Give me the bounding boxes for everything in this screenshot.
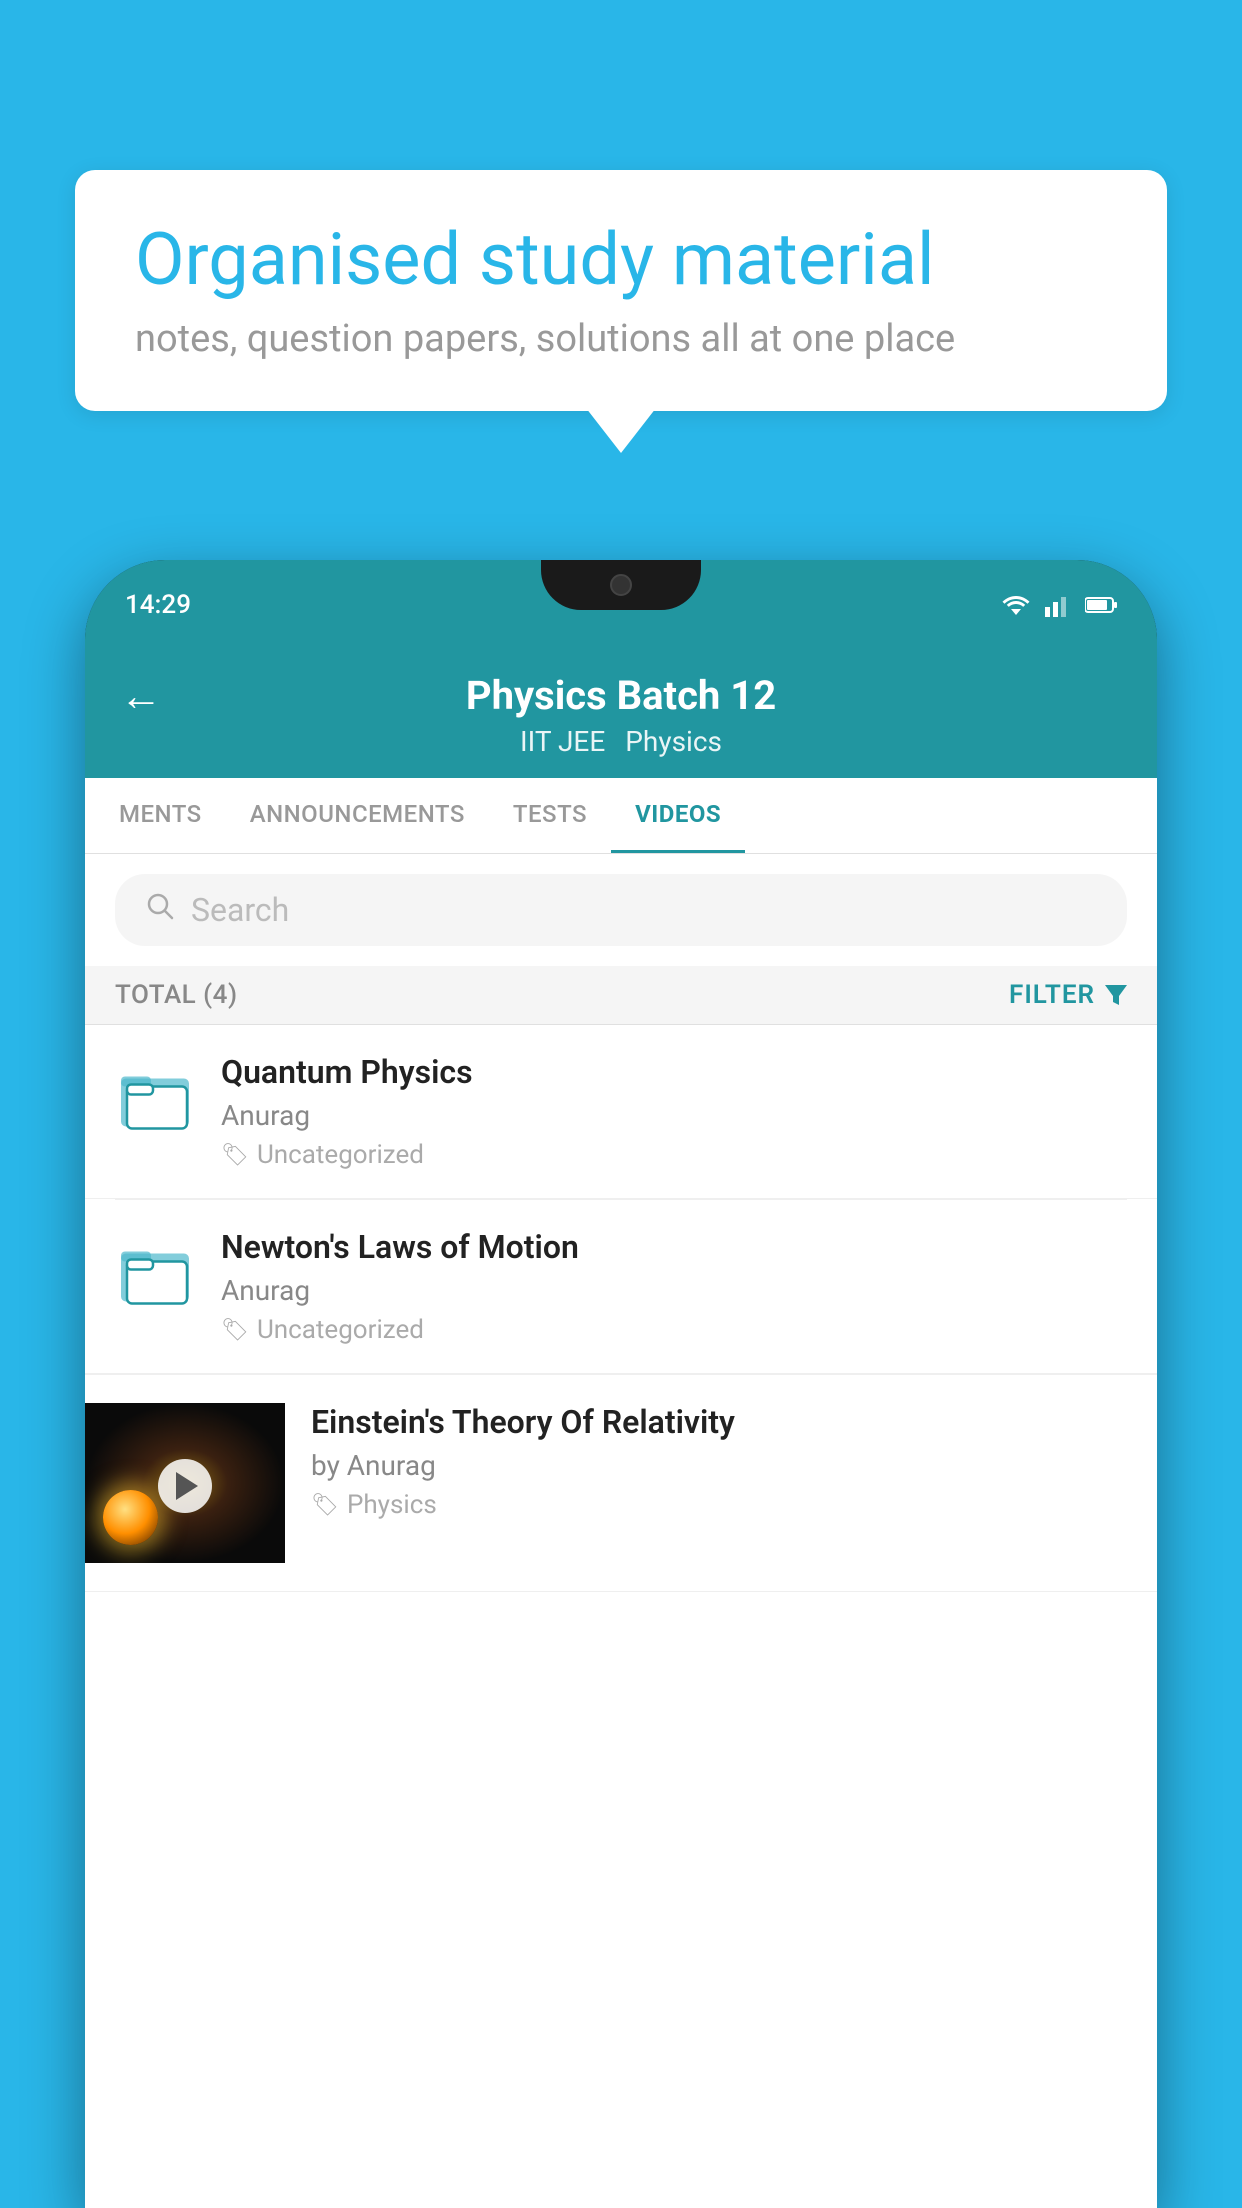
- video-tag: Physics: [347, 1490, 437, 1520]
- tag-icon: 🏷: [311, 1493, 339, 1518]
- tab-bar: MENTS ANNOUNCEMENTS TESTS VIDEOS: [85, 778, 1157, 854]
- video-info: Newton's Laws of Motion Anurag 🏷 Uncateg…: [221, 1228, 1127, 1345]
- app-header: ← Physics Batch 12 IIT JEE Physics: [85, 650, 1157, 778]
- tag-iitjee: IIT JEE: [520, 725, 605, 758]
- speech-bubble: Organised study material notes, question…: [75, 170, 1167, 411]
- tag-icon: 🏷: [221, 1318, 249, 1343]
- video-info: Quantum Physics Anurag 🏷 Uncategorized: [221, 1053, 1127, 1170]
- video-author: Anurag: [221, 1099, 1127, 1132]
- video-tag: Uncategorized: [257, 1315, 424, 1345]
- status-icons: [999, 593, 1117, 617]
- video-list: Quantum Physics Anurag 🏷 Uncategorized: [85, 1025, 1157, 1592]
- tab-tests[interactable]: TESTS: [489, 778, 611, 853]
- phone-notch: [541, 560, 701, 610]
- search-placeholder: Search: [191, 891, 289, 929]
- list-item[interactable]: Quantum Physics Anurag 🏷 Uncategorized: [85, 1025, 1157, 1199]
- filter-button[interactable]: FILTER: [1009, 980, 1127, 1010]
- back-button[interactable]: ←: [120, 672, 162, 721]
- battery-icon: [1085, 596, 1117, 614]
- filter-bar: TOTAL (4) FILTER: [85, 966, 1157, 1025]
- bubble-subtitle: notes, question papers, solutions all at…: [135, 317, 1107, 361]
- video-author: by Anurag: [311, 1449, 1127, 1482]
- video-tag: Uncategorized: [257, 1140, 424, 1170]
- folder-icon: [115, 1232, 195, 1312]
- video-author: Anurag: [221, 1274, 1127, 1307]
- list-item[interactable]: Einstein's Theory Of Relativity by Anura…: [85, 1375, 1157, 1592]
- tab-videos[interactable]: VIDEOS: [611, 778, 745, 853]
- video-title: Einstein's Theory Of Relativity: [311, 1403, 1127, 1441]
- batch-title: Physics Batch 12: [466, 672, 776, 719]
- camera-icon: [610, 574, 632, 596]
- phone-screen: ← Physics Batch 12 IIT JEE Physics MENTS…: [85, 650, 1157, 2208]
- tag-icon: 🏷: [221, 1143, 249, 1168]
- einstein-bg: [85, 1403, 285, 1563]
- total-count: TOTAL (4): [115, 980, 238, 1010]
- search-icon: [145, 890, 175, 930]
- video-title: Newton's Laws of Motion: [221, 1228, 1127, 1266]
- folder-icon: [115, 1057, 195, 1137]
- video-tag-row: 🏷 Physics: [311, 1490, 1127, 1520]
- bubble-title: Organised study material: [135, 220, 1107, 299]
- list-item[interactable]: Newton's Laws of Motion Anurag 🏷 Uncateg…: [85, 1200, 1157, 1374]
- play-button[interactable]: [158, 1459, 212, 1513]
- play-triangle-icon: [176, 1472, 198, 1500]
- wifi-icon: [999, 593, 1033, 617]
- video-tag-row: 🏷 Uncategorized: [221, 1315, 1127, 1345]
- video-info: Einstein's Theory Of Relativity by Anura…: [311, 1403, 1157, 1520]
- phone-frame: 14:29: [85, 560, 1157, 2208]
- signal-icon: [1045, 593, 1073, 617]
- video-thumbnail: [85, 1403, 285, 1563]
- header-tags: IIT JEE Physics: [520, 725, 722, 758]
- status-bar: 14:29: [85, 560, 1157, 650]
- filter-icon: [1105, 985, 1127, 1005]
- space-sphere: [103, 1490, 158, 1545]
- search-bar[interactable]: Search: [115, 874, 1127, 946]
- tag-physics: Physics: [625, 725, 722, 758]
- video-title: Quantum Physics: [221, 1053, 1127, 1091]
- tab-announcements[interactable]: ANNOUNCEMENTS: [226, 778, 489, 853]
- video-tag-row: 🏷 Uncategorized: [221, 1140, 1127, 1170]
- tab-ments[interactable]: MENTS: [95, 778, 226, 853]
- status-time: 14:29: [125, 590, 191, 620]
